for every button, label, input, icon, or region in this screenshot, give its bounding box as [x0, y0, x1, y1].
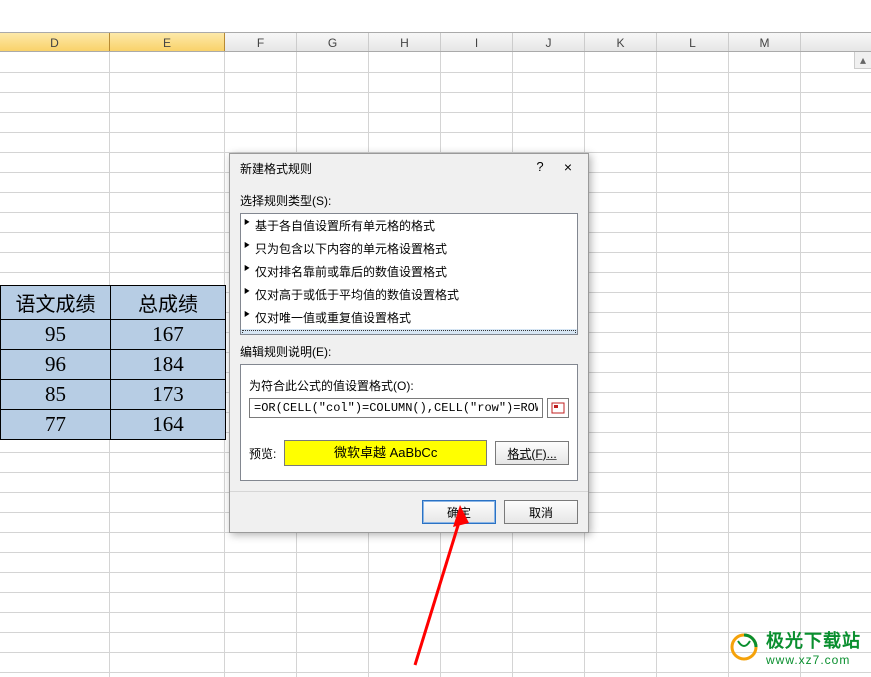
dialog-titlebar[interactable]: 新建格式规则 ? × [230, 154, 588, 182]
rule-description-box: 为符合此公式的值设置格式(O): 预览: 微软卓越 AaBbCc 格式(F)..… [240, 364, 578, 481]
table-cell[interactable]: 167 [111, 320, 226, 350]
column-header[interactable]: E [110, 33, 225, 51]
watermark-globe-icon [728, 631, 760, 663]
watermark-name: 极光下载站 [766, 627, 861, 653]
rule-type-item[interactable]: 基于各自值设置所有单元格的格式 [241, 214, 577, 237]
help-button[interactable]: ? [526, 158, 554, 178]
rule-type-item[interactable]: 仅对高于或低于平均值的数值设置格式 [241, 283, 577, 306]
table-cell[interactable]: 95 [1, 320, 111, 350]
new-format-rule-dialog: 新建格式规则 ? × 选择规则类型(S): 基于各自值设置所有单元格的格式只为包… [229, 153, 589, 533]
select-rule-type-label: 选择规则类型(S): [240, 192, 578, 209]
range-selector-icon [551, 402, 565, 414]
column-header[interactable]: D [0, 33, 110, 51]
column-header[interactable]: H [369, 33, 441, 51]
rule-type-item[interactable]: 只为包含以下内容的单元格设置格式 [241, 237, 577, 260]
column-header-row: DEFGHIJKLM [0, 32, 871, 52]
preview-label: 预览: [249, 445, 276, 462]
table-header[interactable]: 语文成绩 [1, 286, 111, 320]
column-header[interactable]: F [225, 33, 297, 51]
format-preview: 微软卓越 AaBbCc [284, 440, 487, 466]
dialog-title-text: 新建格式规则 [240, 160, 526, 177]
close-button[interactable]: × [554, 158, 582, 178]
rule-type-item[interactable]: 仅对排名靠前或靠后的数值设置格式 [241, 260, 577, 283]
format-values-label: 为符合此公式的值设置格式(O): [249, 377, 569, 394]
column-header[interactable]: K [585, 33, 657, 51]
dialog-button-row: 确定 取消 [230, 491, 588, 532]
format-button[interactable]: 格式(F)... [495, 441, 569, 465]
data-table: 语文成绩 总成绩 95 167 96 184 85 173 77 164 [0, 285, 226, 440]
column-header[interactable]: G [297, 33, 369, 51]
rule-type-item[interactable]: 使用公式确定要设置格式的单元格 [241, 329, 577, 335]
column-header[interactable]: I [441, 33, 513, 51]
table-cell[interactable]: 164 [111, 410, 226, 440]
table-cell[interactable]: 96 [1, 350, 111, 380]
table-header[interactable]: 总成绩 [111, 286, 226, 320]
watermark-url: www.xz7.com [766, 653, 861, 667]
edit-rule-desc-label: 编辑规则说明(E): [240, 343, 578, 360]
scroll-up-button[interactable]: ▴ [854, 52, 871, 69]
table-cell[interactable]: 85 [1, 380, 111, 410]
ok-button[interactable]: 确定 [422, 500, 496, 524]
column-header[interactable]: L [657, 33, 729, 51]
column-header[interactable]: J [513, 33, 585, 51]
rule-type-list[interactable]: 基于各自值设置所有单元格的格式只为包含以下内容的单元格设置格式仅对排名靠前或靠后… [240, 213, 578, 335]
table-cell[interactable]: 173 [111, 380, 226, 410]
column-header[interactable]: M [729, 33, 801, 51]
rule-type-item[interactable]: 仅对唯一值或重复值设置格式 [241, 306, 577, 329]
formula-input[interactable] [249, 398, 543, 418]
cancel-button[interactable]: 取消 [504, 500, 578, 524]
table-cell[interactable]: 77 [1, 410, 111, 440]
range-selector-button[interactable] [547, 398, 569, 418]
watermark: 极光下载站 www.xz7.com [728, 627, 861, 667]
table-cell[interactable]: 184 [111, 350, 226, 380]
